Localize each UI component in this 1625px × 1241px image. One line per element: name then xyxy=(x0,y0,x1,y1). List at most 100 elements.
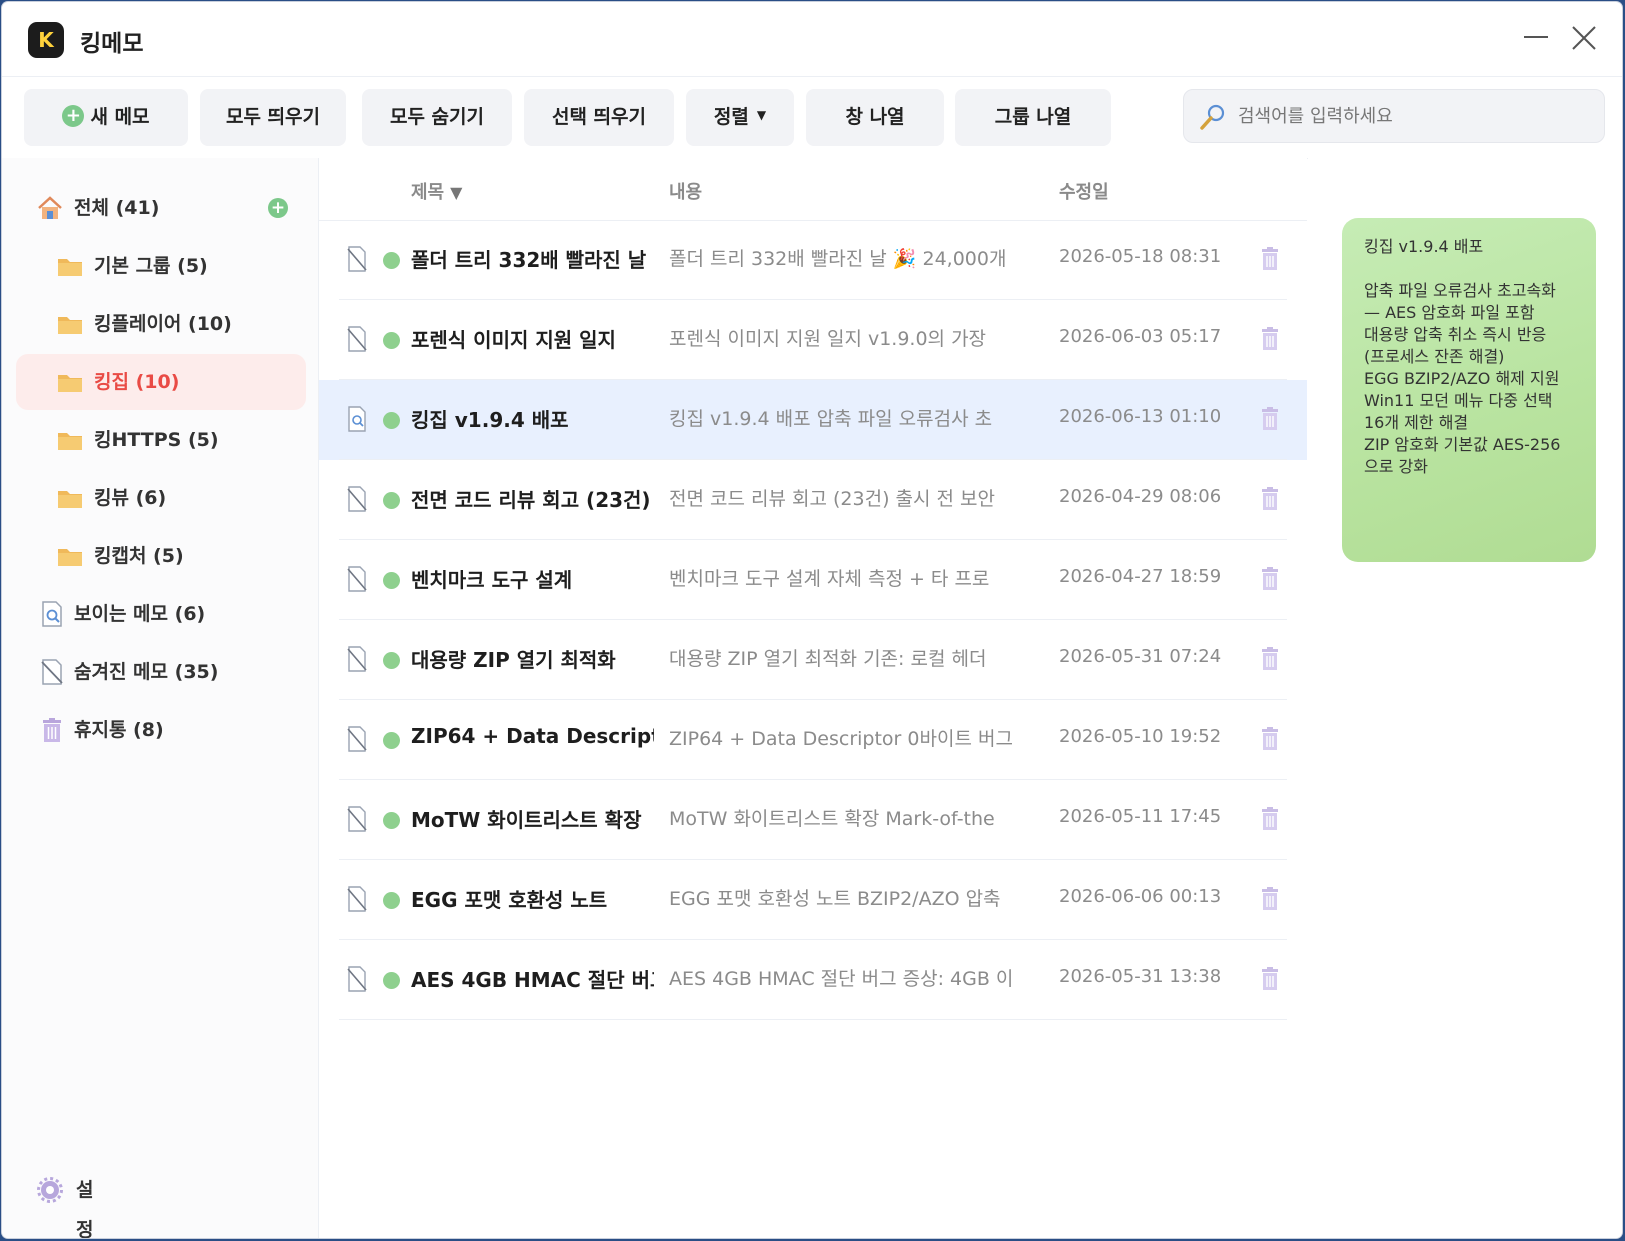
trash-icon[interactable] xyxy=(1259,886,1281,912)
list-header: 제목 ▼ 내용 수정일 xyxy=(319,158,1307,221)
memo-modified-date: 2026-04-29 08:06 xyxy=(1059,486,1222,507)
table-row[interactable]: 포렌식 이미지 지원 일지 포렌식 이미지 지원 일지 v1.9.0의 가장 202… xyxy=(319,300,1307,380)
trash-icon[interactable] xyxy=(1259,326,1281,352)
sidebar-item-hidden-memos[interactable]: 숨겨진 메모 (35) xyxy=(16,644,306,700)
sidebar-item-label: 보이는 메모 (6) xyxy=(74,603,206,625)
sidebar-item-label: 숨겨진 메모 (35) xyxy=(74,661,219,683)
close-icon xyxy=(1572,26,1596,50)
sidebar-item-kingzip[interactable]: 킹집 (10) xyxy=(16,354,306,410)
table-row[interactable]: AES 4GB HMAC 절단 버그 AES 4GB HMAC 절단 버그 증상:… xyxy=(319,940,1307,1020)
sidebar-item-label: 전체 (41) xyxy=(74,197,160,219)
trash-icon[interactable] xyxy=(1259,646,1281,672)
hidden-memo-icon[interactable] xyxy=(345,246,369,272)
status-dot xyxy=(383,892,400,909)
memo-title: ZIP64 + Data Descriptor 0 xyxy=(411,724,654,748)
table-row[interactable]: 전면 코드 리뷰 회고 (23건) 전면 코드 리뷰 회고 (23건) 출시 전 … xyxy=(319,460,1307,540)
memo-content: 폴더 트리 332배 빨라진 날 🎉 24,000개 xyxy=(669,248,1007,270)
table-row[interactable]: MoTW 화이트리스트 확장 MoTW 화이트리스트 확장 Mark-of-the… xyxy=(319,780,1307,860)
note-line: — AES 암호화 파일 포함 xyxy=(1364,303,1535,322)
sidebar-item-kinghttps[interactable]: 킹HTTPS (5) xyxy=(16,412,306,468)
hide-all-button[interactable]: 모두 숨기기 xyxy=(362,89,512,146)
sort-button[interactable]: 정렬 ▼ xyxy=(686,89,794,146)
row-divider xyxy=(339,1019,1287,1020)
sidebar-item-label: 휴지통 (8) xyxy=(74,719,164,741)
hidden-memo-icon[interactable] xyxy=(345,726,369,752)
trash-icon[interactable] xyxy=(1259,406,1281,432)
search-input[interactable] xyxy=(1236,96,1595,136)
trash-icon[interactable] xyxy=(1259,806,1281,832)
memo-content: MoTW 화이트리스트 확장 Mark-of-the xyxy=(669,808,995,830)
status-dot xyxy=(383,252,400,269)
close-button[interactable] xyxy=(1564,20,1604,60)
toolbar: + 새 메모 모두 띄우기 모두 숨기기 선택 띄우기 정렬 ▼ 창 나열 그룹 나… xyxy=(2,76,1622,159)
sidebar-item-visible-memos[interactable]: 보이는 메모 (6) xyxy=(16,586,306,642)
sidebar-item-default-group[interactable]: 기본 그룹 (5) xyxy=(16,238,306,294)
memo-modified-date: 2026-05-18 08:31 xyxy=(1059,246,1222,267)
sidebar-item-kingview[interactable]: 킹뷰 (6) xyxy=(16,470,306,526)
preview-pane: 킹집 v1.9.4 배포 압축 파일 오류검사 초고속화 — AES 암호화 파일… xyxy=(1308,158,1622,1238)
memo-list: 제목 ▼ 내용 수정일 폴더 트리 332배 빨라진 날 폴더 트리 332배 빨라… xyxy=(319,158,1307,1238)
sidebar-item-kingcapture[interactable]: 킹캡처 (5) xyxy=(16,528,306,584)
sidebar-item-all[interactable]: 전체 (41) + xyxy=(16,180,306,236)
hidden-memo-icon[interactable] xyxy=(345,486,369,512)
folder-icon xyxy=(58,317,82,334)
minimize-button[interactable] xyxy=(1516,20,1556,60)
gear-icon xyxy=(37,1177,63,1203)
table-row[interactable]: 대용량 ZIP 열기 최적화 대용량 ZIP 열기 최적화 기존: 로컬 헤더 20… xyxy=(319,620,1307,700)
hidden-memo-icon[interactable] xyxy=(345,326,369,352)
trash-icon[interactable] xyxy=(1259,246,1281,272)
hidden-memo-icon[interactable] xyxy=(345,886,369,912)
table-row[interactable]: 폴더 트리 332배 빨라진 날 폴더 트리 332배 빨라진 날 🎉 24,00… xyxy=(319,220,1307,300)
new-memo-button[interactable]: + 새 메모 xyxy=(24,89,188,146)
show-selected-button[interactable]: 선택 띄우기 xyxy=(524,89,674,146)
status-dot xyxy=(383,732,400,749)
arrange-groups-button[interactable]: 그룹 나열 xyxy=(955,89,1111,146)
column-content-header[interactable]: 내용 xyxy=(669,178,702,204)
arrange-windows-button[interactable]: 창 나열 xyxy=(806,89,944,146)
memo-title: EGG 포맷 호환성 노트 xyxy=(411,888,608,912)
hidden-memo-icon[interactable] xyxy=(345,646,369,672)
folder-icon xyxy=(58,375,82,392)
app-logo: K xyxy=(28,22,64,58)
memo-title: 킹집 v1.9.4 배포 xyxy=(411,408,569,432)
status-dot xyxy=(383,572,400,589)
add-group-button[interactable]: + xyxy=(268,198,288,218)
memo-content: 킹집 v1.9.4 배포 압축 파일 오류검사 초 xyxy=(669,408,993,430)
note-line: EGG BZIP2/AZO 해제 지원 xyxy=(1364,369,1560,388)
table-row[interactable]: ZIP64 + Data Descriptor 0 ZIP64 + Data De… xyxy=(319,700,1307,780)
table-row[interactable]: EGG 포맷 호환성 노트 EGG 포맷 호환성 노트 BZIP2/AZO 압축 2… xyxy=(319,860,1307,940)
sidebar-item-label: 킹뷰 (6) xyxy=(94,487,167,509)
trash-icon[interactable] xyxy=(1259,566,1281,592)
status-dot xyxy=(383,332,400,349)
app-window: K 킹메모 + 새 메모 모두 띄우기 모두 숨기기 선택 띄우기 정렬 ▼ 창 나… xyxy=(2,2,1622,1238)
status-dot xyxy=(383,412,400,429)
note-preview-card[interactable]: 킹집 v1.9.4 배포 압축 파일 오류검사 초고속화 — AES 암호화 파일… xyxy=(1342,218,1596,562)
hidden-memo-icon[interactable] xyxy=(345,966,369,992)
column-title-header[interactable]: 제목 ▼ xyxy=(411,178,462,204)
hidden-memo-icon[interactable] xyxy=(345,806,369,832)
sidebar-item-kingplayer[interactable]: 킹플레이어 (10) xyxy=(16,296,306,352)
note-line: 킹집 v1.9.4 배포 xyxy=(1364,237,1484,256)
sidebar-item-label: 기본 그룹 (5) xyxy=(94,255,208,277)
table-row[interactable]: 킹집 v1.9.4 배포 킹집 v1.9.4 배포 압축 파일 오류검사 초 202… xyxy=(319,380,1307,460)
status-dot xyxy=(383,492,400,509)
search-box[interactable] xyxy=(1183,89,1605,143)
note-line: 압축 파일 오류검사 초고속화 xyxy=(1364,281,1556,300)
show-all-button[interactable]: 모두 띄우기 xyxy=(200,89,346,146)
sidebar-item-label: 킹집 (10) xyxy=(94,371,180,393)
memo-title: AES 4GB HMAC 절단 버그 xyxy=(411,968,654,992)
sidebar-item-trash[interactable]: 휴지통 (8) xyxy=(16,702,306,758)
visible-memo-icon xyxy=(348,406,366,432)
trash-icon[interactable] xyxy=(1259,486,1281,512)
trash-icon[interactable] xyxy=(1259,966,1281,992)
table-row[interactable]: 벤치마크 도구 설계 벤치마크 도구 설계 자체 측정 + 타 프로 2026-04… xyxy=(319,540,1307,620)
trash-icon[interactable] xyxy=(1259,726,1281,752)
hidden-memo-icon[interactable] xyxy=(345,566,369,592)
note-line: ZIP 암호화 기본값 AES-256 xyxy=(1364,435,1561,454)
trash-icon xyxy=(43,718,61,742)
note-line: Win11 모던 메뉴 다중 선택 xyxy=(1364,391,1553,410)
note-line: 으로 강화 xyxy=(1364,457,1428,476)
column-modified-header[interactable]: 수정일 xyxy=(1059,178,1109,204)
folder-icon xyxy=(58,549,82,566)
title-bar: K 킹메모 xyxy=(2,2,1622,77)
